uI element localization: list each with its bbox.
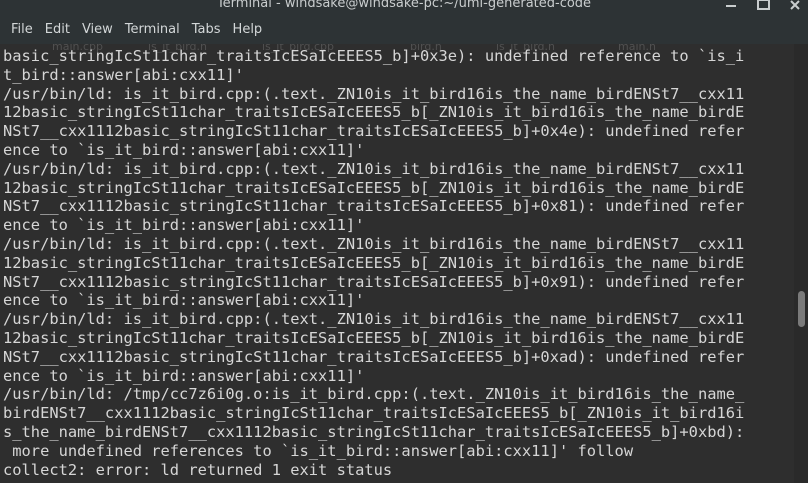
title-bar[interactable]: Terminal - windsake@windsake-pc:~/uml-ge… <box>0 0 808 16</box>
terminal-line: NSt7__cxx1112basic_stringIcSt11char_trai… <box>3 347 745 366</box>
menu-tabs[interactable]: Tabs <box>186 16 227 44</box>
menu-file[interactable]: File <box>0 16 39 44</box>
terminal-line: 12basic_stringIcSt11char_traitsIcESaIcEE… <box>3 253 745 272</box>
terminal-line: ence to `is_it_bird::answer[abi:cxx11]' <box>3 216 365 235</box>
minimize-icon[interactable] <box>724 0 738 12</box>
terminal-line: 12basic_stringIcSt11char_traitsIcESaIcEE… <box>3 103 745 122</box>
terminal-window: Terminal - windsake@windsake-pc:~/uml-ge… <box>0 0 808 483</box>
window-controls <box>724 0 802 12</box>
menu-terminal[interactable]: Terminal <box>119 16 186 44</box>
terminal-output-area[interactable]: main.cpp is_it_bird.h is_it_bird.cpp bir… <box>0 44 794 483</box>
scrollbar-thumb[interactable] <box>798 291 805 327</box>
terminal-line: ence to `is_it_bird::answer[abi:cxx11]' <box>3 140 365 159</box>
terminal-line: ence to `is_it_bird::answer[abi:cxx11]' <box>3 291 365 310</box>
terminal-line: /usr/bin/ld: is_it_bird.cpp:(.text._ZN10… <box>3 84 745 103</box>
menu-help[interactable]: Help <box>227 16 269 44</box>
terminal-line: /usr/bin/ld: /tmp/cc7z6i0g.o:is_it_bird.… <box>3 385 745 404</box>
terminal-line: collect2: error: ld returned 1 exit stat… <box>3 460 393 479</box>
terminal-line: /usr/bin/ld: is_it_bird.cpp:(.text._ZN10… <box>3 234 745 253</box>
terminal-line: NSt7__cxx1112basic_stringIcSt11char_trai… <box>3 122 745 141</box>
close-icon[interactable] <box>788 0 802 12</box>
terminal-line: 12basic_stringIcSt11char_traitsIcESaIcEE… <box>3 328 745 347</box>
terminal-line: 12basic_stringIcSt11char_traitsIcESaIcEE… <box>3 178 745 197</box>
terminal-line: /usr/bin/ld: is_it_bird.cpp:(.text._ZN10… <box>3 310 745 329</box>
terminal-line: NSt7__cxx1112basic_stringIcSt11char_trai… <box>3 197 745 216</box>
terminal-line: basic_stringIcSt11char_traitsIcESaIcEEES… <box>3 47 745 65</box>
maximize-icon[interactable] <box>756 0 770 12</box>
menu-view[interactable]: View <box>76 16 119 44</box>
terminal-line: more undefined references to `is_it_bird… <box>3 441 634 460</box>
window-title: Terminal - windsake@windsake-pc:~/uml-ge… <box>216 0 592 11</box>
terminal-line: s_the_name_birdENSt7__cxx1112basic_strin… <box>3 422 745 441</box>
terminal-text: basic_stringIcSt11char_traitsIcESaIcEEES… <box>3 47 744 479</box>
menu-bar: File Edit View Terminal Tabs Help <box>0 16 808 44</box>
terminal-line: /usr/bin/ld: is_it_bird.cpp:(.text._ZN10… <box>3 159 745 178</box>
terminal-line: ence to `is_it_bird::answer[abi:cxx11]' <box>3 366 365 385</box>
terminal-line: birdENSt7__cxx1112basic_stringIcSt11char… <box>3 404 745 423</box>
terminal-line: t_bird::answer[abi:cxx11]' <box>3 65 244 84</box>
menu-edit[interactable]: Edit <box>39 16 76 44</box>
terminal-line: NSt7__cxx1112basic_stringIcSt11char_trai… <box>3 272 745 291</box>
vertical-scrollbar[interactable] <box>794 44 808 483</box>
